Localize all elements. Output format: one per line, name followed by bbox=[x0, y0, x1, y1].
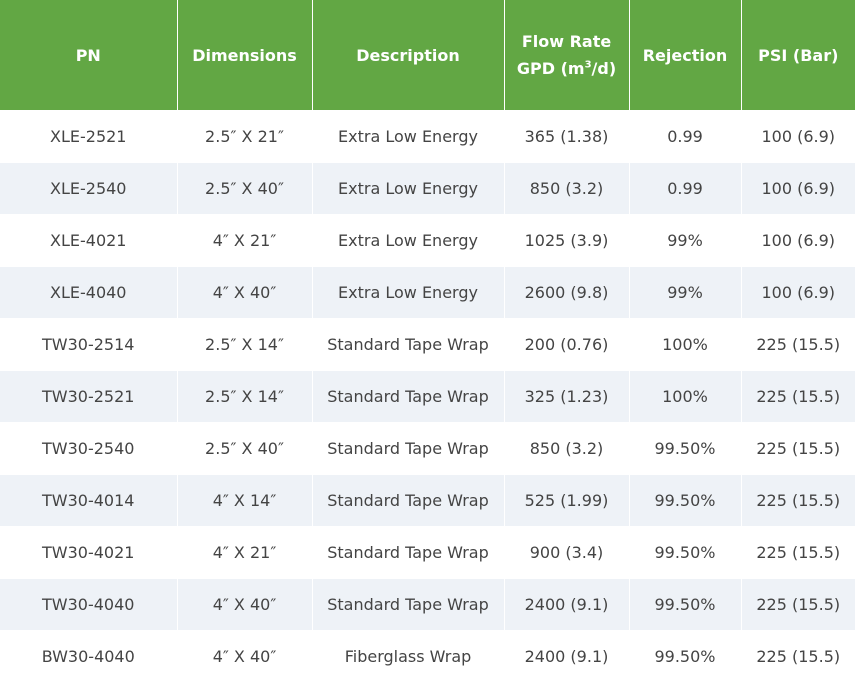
cell-description: Fiberglass Wrap bbox=[312, 631, 504, 682]
cell-rejection: 99.50% bbox=[629, 475, 741, 527]
cell-rejection: 99.50% bbox=[629, 631, 741, 682]
cell-dimensions: 4″ X 40″ bbox=[177, 267, 312, 319]
cell-dimensions: 2.5″ X 21″ bbox=[177, 111, 312, 163]
cell-dimensions: 2.5″ X 40″ bbox=[177, 163, 312, 215]
cell-rejection: 99% bbox=[629, 215, 741, 267]
cell-pn: XLE-2540 bbox=[0, 163, 177, 215]
table-row: TW30-40214″ X 21″Standard Tape Wrap900 (… bbox=[0, 527, 855, 579]
cell-pn: BW30-4040 bbox=[0, 631, 177, 682]
header-rejection: Rejection bbox=[629, 0, 741, 111]
cell-psi: 225 (15.5) bbox=[741, 423, 855, 475]
cell-flow-rate: 2400 (9.1) bbox=[504, 579, 629, 631]
cell-pn: XLE-4040 bbox=[0, 267, 177, 319]
cell-description: Standard Tape Wrap bbox=[312, 475, 504, 527]
table-row: XLE-25212.5″ X 21″Extra Low Energy365 (1… bbox=[0, 111, 855, 163]
table-row: XLE-40404″ X 40″Extra Low Energy2600 (9.… bbox=[0, 267, 855, 319]
table-row: XLE-25402.5″ X 40″Extra Low Energy850 (3… bbox=[0, 163, 855, 215]
cell-flow-rate: 2400 (9.1) bbox=[504, 631, 629, 682]
cell-dimensions: 4″ X 21″ bbox=[177, 215, 312, 267]
header-flow-rate-unit-sup: 3 bbox=[585, 60, 592, 71]
cell-description: Extra Low Energy bbox=[312, 267, 504, 319]
cell-psi: 225 (15.5) bbox=[741, 527, 855, 579]
header-pn: PN bbox=[0, 0, 177, 111]
cell-dimensions: 2.5″ X 14″ bbox=[177, 371, 312, 423]
header-flow-rate-unit-pre: GPD (m bbox=[517, 59, 585, 78]
cell-pn: XLE-4021 bbox=[0, 215, 177, 267]
cell-dimensions: 4″ X 21″ bbox=[177, 527, 312, 579]
cell-rejection: 99.50% bbox=[629, 527, 741, 579]
cell-dimensions: 4″ X 40″ bbox=[177, 631, 312, 682]
cell-rejection: 0.99 bbox=[629, 163, 741, 215]
cell-flow-rate: 1025 (3.9) bbox=[504, 215, 629, 267]
cell-rejection: 100% bbox=[629, 319, 741, 371]
cell-flow-rate: 365 (1.38) bbox=[504, 111, 629, 163]
cell-psi: 225 (15.5) bbox=[741, 319, 855, 371]
cell-flow-rate: 850 (3.2) bbox=[504, 423, 629, 475]
table-row: TW30-25212.5″ X 14″Standard Tape Wrap325… bbox=[0, 371, 855, 423]
cell-description: Standard Tape Wrap bbox=[312, 371, 504, 423]
cell-description: Standard Tape Wrap bbox=[312, 579, 504, 631]
cell-rejection: 99% bbox=[629, 267, 741, 319]
cell-psi: 100 (6.9) bbox=[741, 163, 855, 215]
cell-description: Extra Low Energy bbox=[312, 215, 504, 267]
header-flow-rate-line1: Flow Rate bbox=[522, 32, 611, 51]
table-row: TW30-40144″ X 14″Standard Tape Wrap525 (… bbox=[0, 475, 855, 527]
membrane-spec-table: PN Dimensions Description Flow Rate GPD (… bbox=[0, 0, 855, 682]
cell-flow-rate: 525 (1.99) bbox=[504, 475, 629, 527]
cell-flow-rate: 200 (0.76) bbox=[504, 319, 629, 371]
header-dimensions: Dimensions bbox=[177, 0, 312, 111]
cell-pn: TW30-2514 bbox=[0, 319, 177, 371]
cell-rejection: 100% bbox=[629, 371, 741, 423]
table-row: TW30-40404″ X 40″Standard Tape Wrap2400 … bbox=[0, 579, 855, 631]
cell-flow-rate: 900 (3.4) bbox=[504, 527, 629, 579]
header-psi: PSI (Bar) bbox=[741, 0, 855, 111]
header-row: PN Dimensions Description Flow Rate GPD (… bbox=[0, 0, 855, 111]
table-body: XLE-25212.5″ X 21″Extra Low Energy365 (1… bbox=[0, 111, 855, 682]
table-row: TW30-25402.5″ X 40″Standard Tape Wrap850… bbox=[0, 423, 855, 475]
cell-flow-rate: 850 (3.2) bbox=[504, 163, 629, 215]
table-header: PN Dimensions Description Flow Rate GPD (… bbox=[0, 0, 855, 111]
table-row: TW30-25142.5″ X 14″Standard Tape Wrap200… bbox=[0, 319, 855, 371]
table-row: XLE-40214″ X 21″Extra Low Energy1025 (3.… bbox=[0, 215, 855, 267]
cell-description: Standard Tape Wrap bbox=[312, 319, 504, 371]
cell-rejection: 99.50% bbox=[629, 423, 741, 475]
cell-description: Extra Low Energy bbox=[312, 163, 504, 215]
cell-rejection: 0.99 bbox=[629, 111, 741, 163]
header-flow-rate: Flow Rate GPD (m3/d) bbox=[504, 0, 629, 111]
cell-flow-rate: 2600 (9.8) bbox=[504, 267, 629, 319]
cell-psi: 225 (15.5) bbox=[741, 631, 855, 682]
cell-description: Standard Tape Wrap bbox=[312, 423, 504, 475]
cell-description: Standard Tape Wrap bbox=[312, 527, 504, 579]
cell-dimensions: 4″ X 40″ bbox=[177, 579, 312, 631]
cell-psi: 225 (15.5) bbox=[741, 371, 855, 423]
cell-pn: TW30-4014 bbox=[0, 475, 177, 527]
cell-dimensions: 2.5″ X 14″ bbox=[177, 319, 312, 371]
cell-flow-rate: 325 (1.23) bbox=[504, 371, 629, 423]
cell-dimensions: 4″ X 14″ bbox=[177, 475, 312, 527]
cell-psi: 225 (15.5) bbox=[741, 475, 855, 527]
cell-pn: TW30-4021 bbox=[0, 527, 177, 579]
cell-pn: TW30-4040 bbox=[0, 579, 177, 631]
cell-rejection: 99.50% bbox=[629, 579, 741, 631]
table-row: BW30-40404″ X 40″Fiberglass Wrap2400 (9.… bbox=[0, 631, 855, 682]
cell-psi: 100 (6.9) bbox=[741, 267, 855, 319]
cell-dimensions: 2.5″ X 40″ bbox=[177, 423, 312, 475]
cell-psi: 100 (6.9) bbox=[741, 215, 855, 267]
cell-psi: 225 (15.5) bbox=[741, 579, 855, 631]
header-flow-rate-unit-post: /d) bbox=[592, 59, 617, 78]
header-description: Description bbox=[312, 0, 504, 111]
cell-pn: TW30-2540 bbox=[0, 423, 177, 475]
cell-pn: XLE-2521 bbox=[0, 111, 177, 163]
cell-description: Extra Low Energy bbox=[312, 111, 504, 163]
cell-pn: TW30-2521 bbox=[0, 371, 177, 423]
cell-psi: 100 (6.9) bbox=[741, 111, 855, 163]
